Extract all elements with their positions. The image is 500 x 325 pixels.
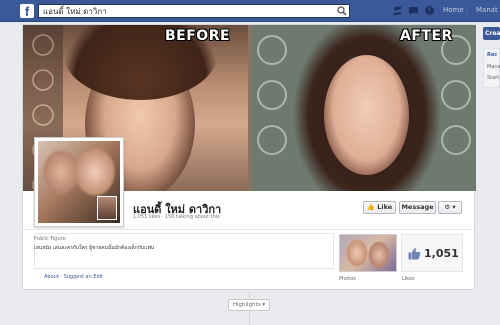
page-stats[interactable]: 1,051 likes · 150 talking about this (133, 214, 220, 220)
right-sidebar: Crea Rec Mana Start (480, 24, 500, 325)
home-link[interactable]: Home (443, 6, 464, 14)
like-label: Like (377, 203, 393, 211)
likes-app-label[interactable]: Likes (402, 276, 415, 282)
profile-image (38, 141, 120, 223)
about-separator: · (60, 274, 62, 280)
page-description: เล่นหนัง เล่นละครกับใคร ผู้ชายคนนั้นมักต… (34, 245, 155, 251)
message-button[interactable]: Message (399, 201, 436, 214)
user-name-link[interactable]: Manat (476, 6, 498, 14)
sidebar-panel: Rec Mana Start (483, 48, 500, 88)
notifications-icon[interactable] (424, 5, 435, 16)
search-box[interactable] (38, 4, 350, 18)
top-bar: f Home Manat (0, 0, 500, 22)
page-header-card: BEFORE AFTER แอนดี้ ใหม่ ดาวิกา 1,051 li… (22, 24, 476, 290)
profile-picture[interactable] (34, 137, 124, 227)
after-face (324, 55, 409, 175)
like-icon: 👍 (366, 203, 375, 211)
sidebar-item-manage[interactable]: Mana (487, 64, 500, 70)
thumbs-up-icon (408, 248, 421, 260)
likes-count: 1,051 (424, 247, 459, 260)
likes-app-box[interactable]: 1,051 (401, 234, 463, 272)
gear-menu-button[interactable]: ⚙ ▾ (438, 201, 462, 214)
create-page-button[interactable]: Crea (483, 27, 500, 40)
before-label: BEFORE (165, 28, 231, 44)
highlights-dropdown[interactable]: Highlights ▾ (228, 299, 270, 311)
facebook-logo[interactable]: f (20, 4, 34, 19)
page-category: Public Figure (34, 236, 66, 242)
search-input[interactable] (41, 5, 331, 17)
jewel-icons (390, 5, 440, 17)
photos-app-thumbnail[interactable] (339, 234, 397, 272)
sidebar-item-recent[interactable]: Rec (487, 52, 500, 58)
suggest-edit-link[interactable]: Suggest an Edit (64, 274, 103, 280)
profile-face-right (74, 147, 116, 197)
header-divider (23, 229, 476, 230)
photos-thumb-face-1 (346, 239, 368, 267)
gear-icon: ⚙ ▾ (444, 203, 456, 211)
cover-after-image (252, 25, 476, 191)
sidebar-item-start[interactable]: Start (487, 75, 500, 81)
messages-icon[interactable] (408, 5, 419, 16)
friend-requests-icon[interactable] (392, 5, 403, 16)
photos-app-label[interactable]: Photos (339, 276, 356, 282)
photos-thumb-face-2 (368, 241, 390, 269)
about-link[interactable]: About (44, 274, 59, 280)
like-button[interactable]: 👍 Like (363, 201, 396, 214)
after-label: AFTER (400, 28, 453, 44)
top-separator (466, 5, 467, 17)
profile-inset-photo (97, 196, 117, 220)
about-links: About · Suggest an Edit (44, 274, 103, 280)
search-icon[interactable] (336, 6, 348, 16)
